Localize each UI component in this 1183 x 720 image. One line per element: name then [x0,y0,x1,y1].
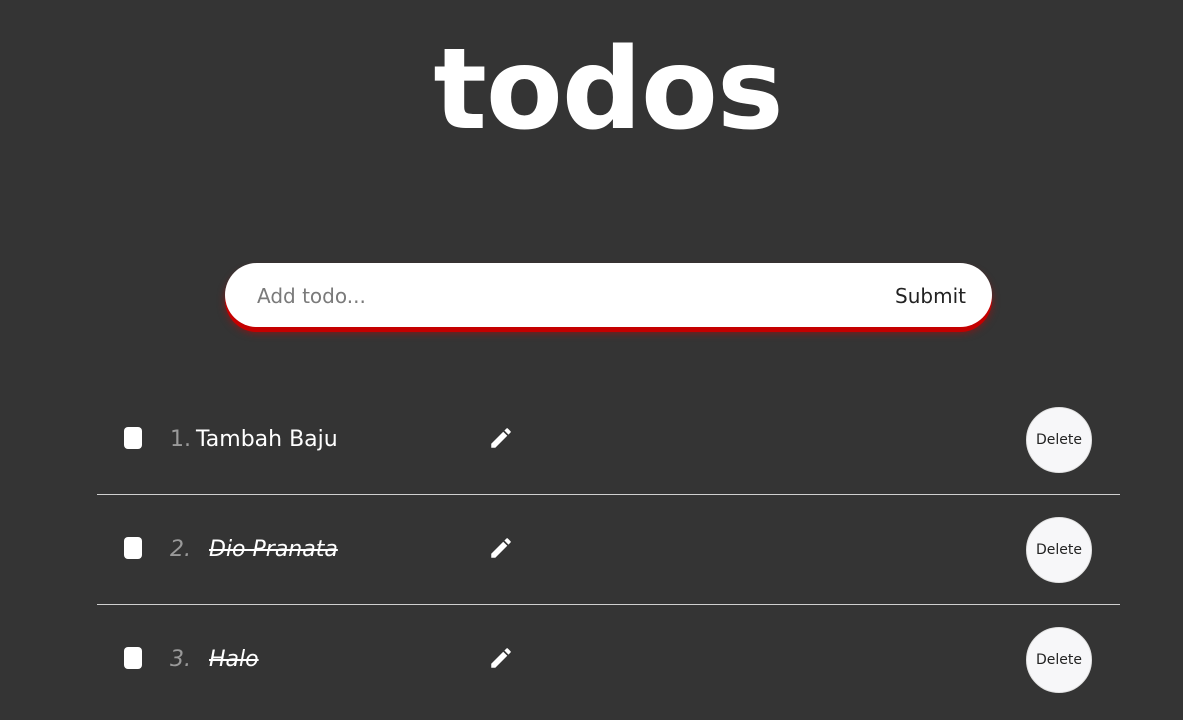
todo-number: 2. [170,537,191,562]
todo-checkbox[interactable] [124,537,142,559]
pencil-icon[interactable] [488,645,514,671]
page-title: todos [433,25,783,155]
todo-number: 3. [170,647,191,672]
submit-button[interactable]: Submit [895,277,966,315]
todo-item-2: 2. Dio Pranata Delete [97,495,1120,605]
add-todo-form: Submit [225,263,992,327]
todo-number: 1. [170,427,191,452]
todo-checkbox[interactable] [124,427,142,449]
todo-app: todos Submit 1. Tambah Baju Delete 2. Di… [0,0,1183,720]
todo-text: Dio Pranata [209,537,338,562]
todo-text: Halo [209,647,259,672]
todo-text: Tambah Baju [196,427,338,452]
todo-item-3: 3. Halo Delete [97,605,1120,715]
todo-list: 1. Tambah Baju Delete 2. Dio Pranata Del… [97,385,1120,715]
delete-button[interactable]: Delete [1026,407,1092,473]
delete-button[interactable]: Delete [1026,517,1092,583]
pencil-icon[interactable] [488,535,514,561]
todo-checkbox[interactable] [124,647,142,669]
pencil-icon[interactable] [488,425,514,451]
delete-button[interactable]: Delete [1026,627,1092,693]
todo-item-1: 1. Tambah Baju Delete [97,385,1120,495]
add-todo-input[interactable] [255,273,859,319]
